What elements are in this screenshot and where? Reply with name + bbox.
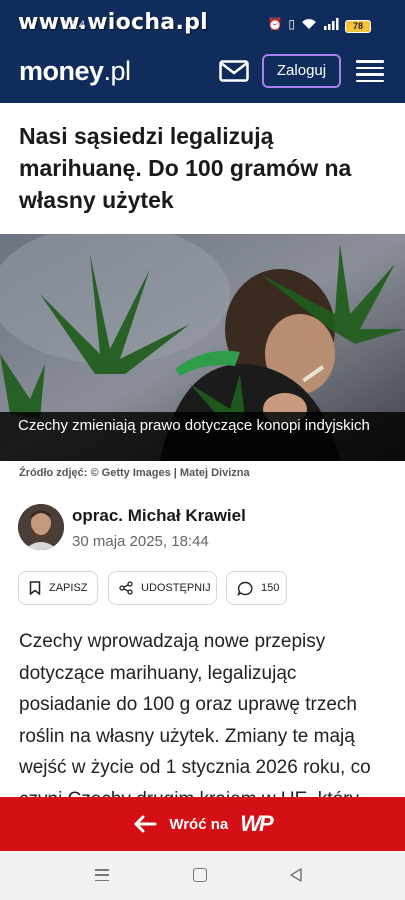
save-button[interactable]: ZAPISZ	[18, 571, 98, 605]
home-icon[interactable]	[193, 868, 207, 882]
money-pl-logo[interactable]: money.pl	[19, 56, 131, 87]
publish-date: 30 maja 2025, 18:44	[72, 533, 209, 550]
back-icon[interactable]	[288, 867, 304, 883]
comments-button[interactable]: 150	[226, 571, 287, 605]
save-label: ZAPISZ	[49, 582, 88, 594]
arrow-left-icon	[134, 815, 157, 833]
share-icon	[119, 581, 133, 595]
site-header: money.pl Zaloguj	[0, 40, 405, 103]
author-avatar[interactable]	[18, 504, 64, 550]
battery-icon: 78	[345, 20, 371, 33]
back-to-wp-bar[interactable]: Wróć na WP	[0, 797, 405, 851]
article-title: Nasi sąsiedzi legalizują marihuanę. Do 1…	[19, 123, 352, 213]
comments-count: 150	[261, 582, 280, 594]
back-label: Wróć na	[169, 815, 229, 833]
share-button[interactable]: UDOSTĘPNIJ	[108, 571, 217, 605]
watermark: www.wiocha.pl	[18, 10, 208, 35]
logo-suffix: .pl	[103, 56, 132, 86]
article-body: Czechy wprowadzają nowe przepisy dotyczą…	[19, 631, 371, 810]
recents-icon[interactable]	[95, 869, 109, 881]
bookmark-icon	[29, 581, 41, 595]
vibrate-icon: ▯	[288, 17, 295, 31]
status-bar: 12:4 www.wiocha.pl ⏰ ▯ 78	[0, 0, 405, 40]
logo-main: money	[19, 56, 104, 86]
alarm-icon: ⏰	[267, 17, 283, 31]
image-caption: Czechy zmieniają prawo dotyczące konopi …	[0, 412, 405, 461]
signal-icon	[324, 18, 339, 30]
comment-icon	[237, 581, 253, 596]
status-icons: ⏰ ▯	[267, 17, 339, 31]
login-button[interactable]: Zaloguj	[262, 54, 341, 88]
system-nav-bar	[0, 851, 405, 900]
share-label: UDOSTĘPNIJ	[141, 582, 211, 594]
wp-logo: WP	[240, 811, 273, 836]
author-name[interactable]: oprac. Michał Krawiel	[72, 506, 246, 526]
photo-source: Źródło zdjęć: © Getty Images | Matej Div…	[19, 467, 250, 479]
mail-icon[interactable]	[219, 60, 249, 82]
menu-icon[interactable]	[356, 60, 384, 82]
wifi-icon	[302, 19, 316, 29]
